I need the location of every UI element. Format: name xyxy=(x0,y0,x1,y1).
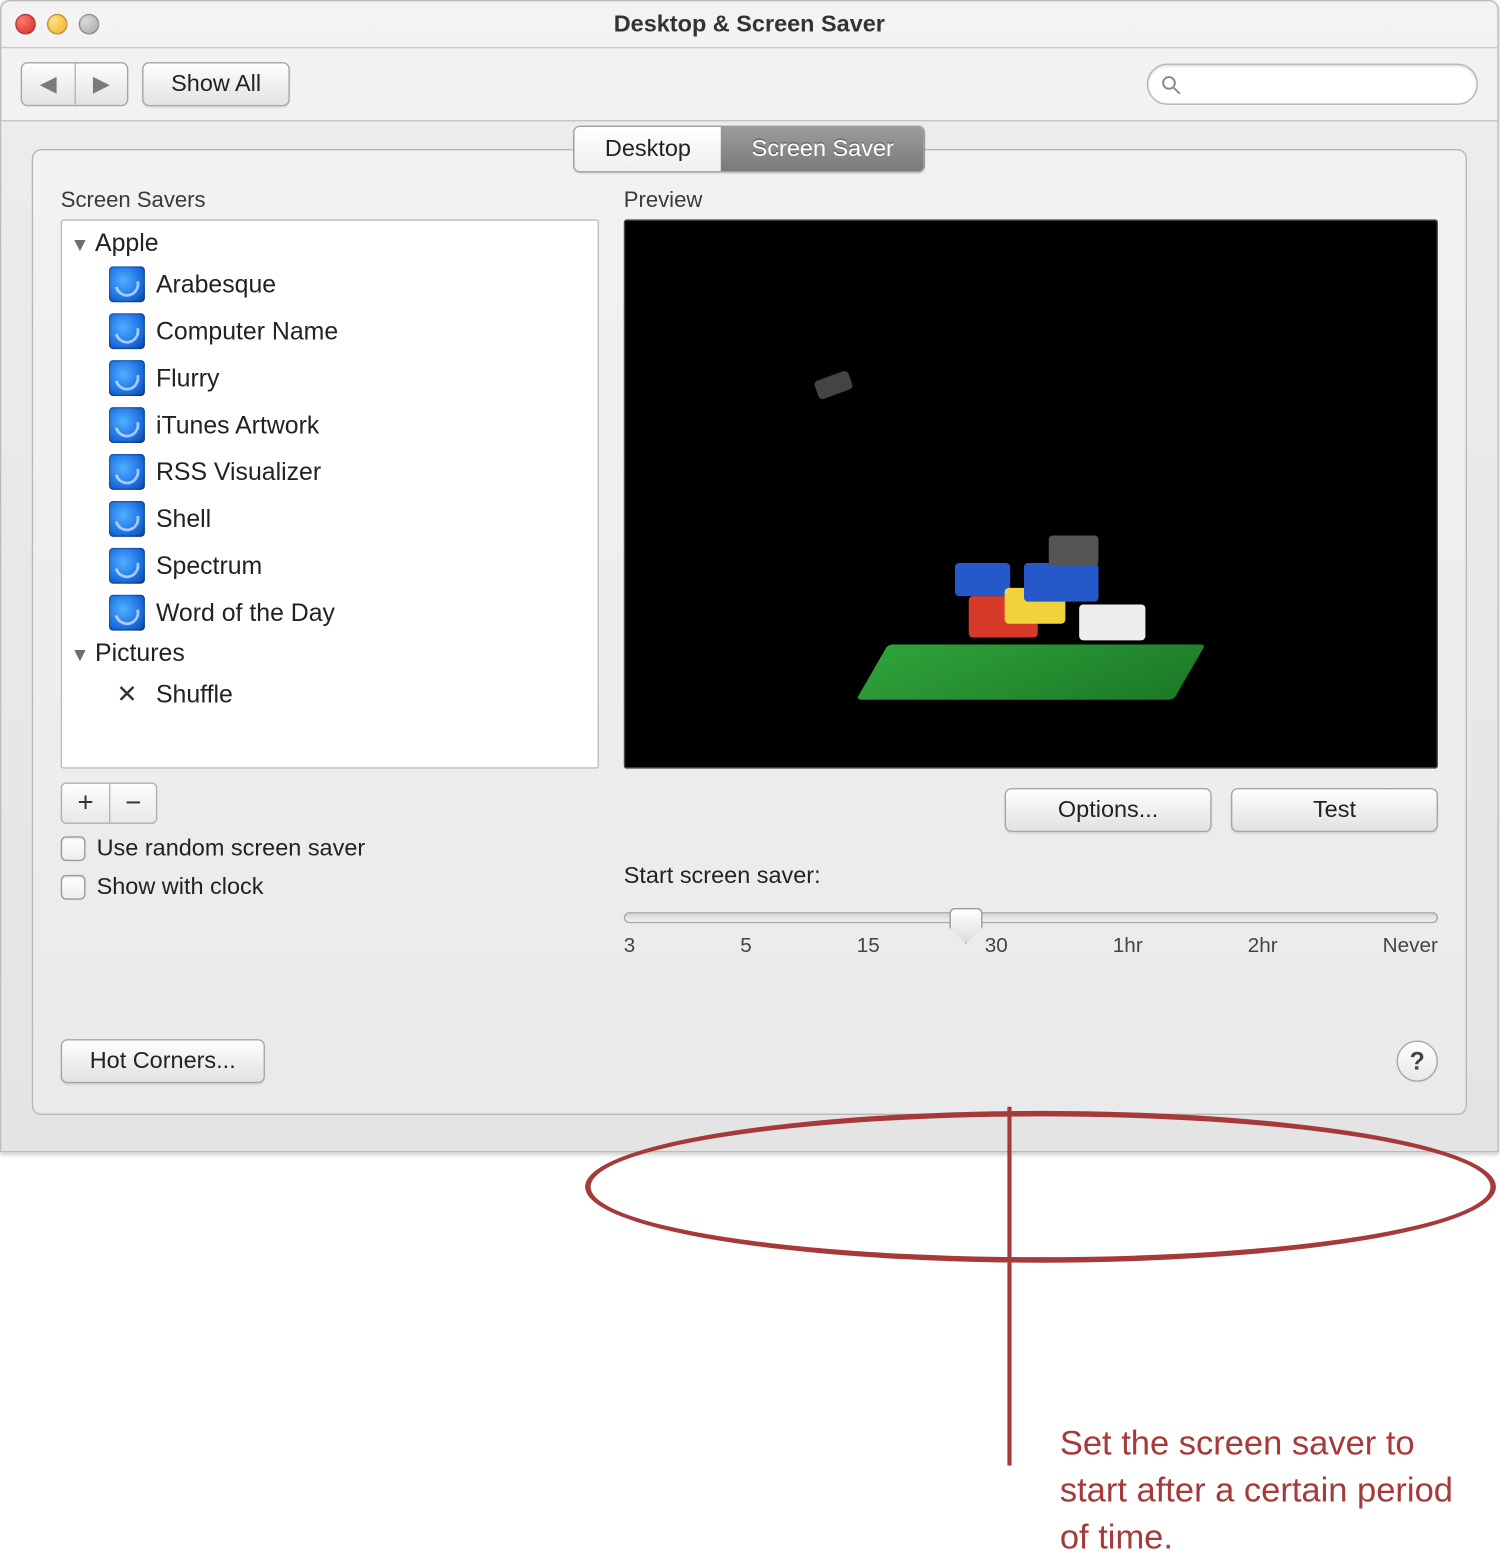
remove-button[interactable]: − xyxy=(109,784,156,823)
disclosure-triangle-icon[interactable]: ▼ xyxy=(70,642,89,664)
list-item[interactable]: Arabesque xyxy=(62,261,597,308)
options-button[interactable]: Options... xyxy=(1005,788,1212,832)
item-label: Arabesque xyxy=(156,264,276,305)
item-label: Shuffle xyxy=(156,673,233,714)
tab-box: Desktop Screen Saver Screen Savers ▼ App… xyxy=(32,149,1467,1115)
list-item[interactable]: Computer Name xyxy=(62,308,597,355)
preview-area xyxy=(624,219,1438,768)
hot-corners-button[interactable]: Hot Corners... xyxy=(61,1039,265,1083)
tick-label: 30 xyxy=(985,934,1008,957)
add-remove-buttons: + − xyxy=(61,782,158,823)
list-item[interactable]: Flurry xyxy=(62,355,597,402)
slider-ticks: 3 5 15 30 1hr 2hr Never xyxy=(624,934,1438,957)
disclosure-triangle-icon[interactable]: ▼ xyxy=(70,233,89,255)
zoom-icon[interactable] xyxy=(79,14,100,35)
tick-label: 3 xyxy=(624,934,636,957)
list-item[interactable]: ✕ Shuffle xyxy=(62,671,597,718)
show-clock-label: Show with clock xyxy=(97,874,264,902)
screensaver-thumb-icon xyxy=(109,360,145,396)
use-random-checkbox[interactable] xyxy=(61,836,86,861)
item-label: Word of the Day xyxy=(156,592,335,633)
group-label: Apple xyxy=(95,229,159,258)
group-apple[interactable]: ▼ Apple xyxy=(62,226,597,261)
list-item[interactable]: RSS Visualizer xyxy=(62,449,597,496)
item-label: RSS Visualizer xyxy=(156,451,321,492)
title-bar: Desktop & Screen Saver xyxy=(1,1,1497,48)
forward-button[interactable]: ▶ xyxy=(75,63,127,104)
search-field[interactable] xyxy=(1147,63,1478,104)
lego-scene xyxy=(872,624,1189,721)
screensaver-thumb-icon xyxy=(109,407,145,443)
list-item[interactable]: iTunes Artwork xyxy=(62,402,597,449)
toolbar: ◀ ▶ Show All xyxy=(1,48,1497,121)
start-delay-slider[interactable] xyxy=(624,912,1438,923)
item-label: Computer Name xyxy=(156,311,338,352)
tick-label: Never xyxy=(1383,934,1438,957)
content-area: Desktop Screen Saver Screen Savers ▼ App… xyxy=(1,121,1497,1150)
item-label: Shell xyxy=(156,498,211,539)
search-icon xyxy=(1159,73,1182,96)
list-item[interactable]: Spectrum xyxy=(62,542,597,589)
preferences-window: Desktop & Screen Saver ◀ ▶ Show All Desk… xyxy=(0,0,1499,1152)
tick-label: 2hr xyxy=(1248,934,1278,957)
window-title: Desktop & Screen Saver xyxy=(614,10,885,38)
tab-screensaver[interactable]: Screen Saver xyxy=(721,127,924,171)
show-clock-row[interactable]: Show with clock xyxy=(61,874,599,902)
screensaver-thumb-icon xyxy=(109,595,145,631)
search-input[interactable] xyxy=(1190,71,1477,97)
screensaver-thumb-icon xyxy=(109,313,145,349)
shuffle-icon: ✕ xyxy=(109,673,145,714)
close-icon[interactable] xyxy=(15,14,36,35)
tab-switcher: Desktop Screen Saver xyxy=(573,126,925,173)
test-button[interactable]: Test xyxy=(1231,788,1438,832)
slider-block: Start screen saver: 3 5 15 30 xyxy=(624,863,1438,971)
annotation-ellipse xyxy=(585,1111,1496,1263)
show-clock-checkbox[interactable] xyxy=(61,875,86,900)
screensaver-thumb-icon xyxy=(109,548,145,584)
show-all-button[interactable]: Show All xyxy=(142,62,290,106)
list-item[interactable]: Word of the Day xyxy=(62,589,597,636)
group-pictures[interactable]: ▼ Pictures xyxy=(62,636,597,671)
screensaver-thumb-icon xyxy=(109,454,145,490)
list-item[interactable]: Shell xyxy=(62,495,597,542)
screensaver-thumb-icon xyxy=(109,266,145,302)
lego-brick-icon xyxy=(813,370,853,400)
window-controls xyxy=(15,14,99,35)
item-label: Flurry xyxy=(156,357,219,398)
use-random-label: Use random screen saver xyxy=(97,835,366,863)
use-random-row[interactable]: Use random screen saver xyxy=(61,835,599,863)
tab-desktop[interactable]: Desktop xyxy=(575,127,722,171)
nav-back-forward: ◀ ▶ xyxy=(21,62,129,106)
preview-header: Preview xyxy=(624,189,1438,214)
annotation-text: Set the screen saver to start after a ce… xyxy=(1060,1421,1488,1561)
screensaver-list[interactable]: ▼ Apple Arabesque Computer Name Flurry i… xyxy=(61,219,599,768)
back-button[interactable]: ◀ xyxy=(22,63,74,104)
screensavers-header: Screen Savers xyxy=(61,189,599,214)
item-label: Spectrum xyxy=(156,545,262,586)
slider-label: Start screen saver: xyxy=(624,863,1438,891)
tick-label: 5 xyxy=(740,934,752,957)
group-label: Pictures xyxy=(95,639,185,668)
annotation-leader-line xyxy=(1007,1107,1011,1466)
help-button[interactable]: ? xyxy=(1397,1041,1438,1082)
tick-label: 1hr xyxy=(1113,934,1143,957)
screensaver-thumb-icon xyxy=(109,501,145,537)
item-label: iTunes Artwork xyxy=(156,404,319,445)
minimize-icon[interactable] xyxy=(47,14,68,35)
tick-label: 15 xyxy=(857,934,880,957)
add-button[interactable]: + xyxy=(62,784,109,823)
